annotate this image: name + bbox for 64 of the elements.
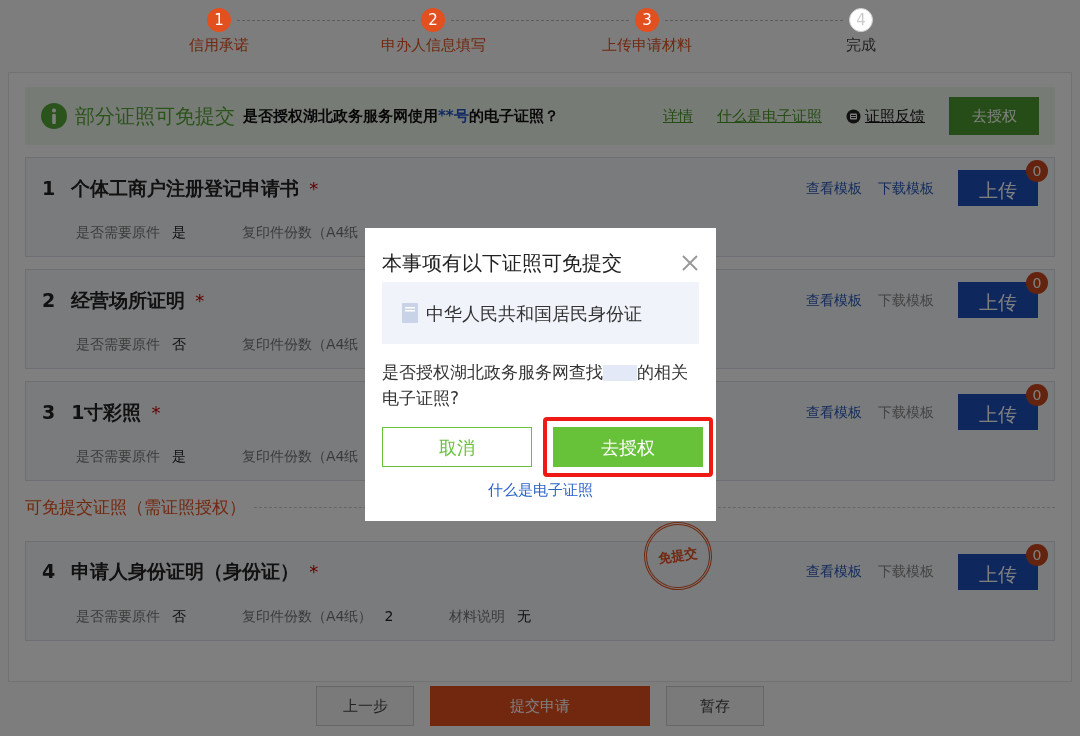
section-heading: 可免提交证照（需证照授权） [25,496,246,519]
detail-label: 是否需要原件 [76,447,160,466]
download-template-link[interactable]: 下载模板 [878,177,934,199]
feedback-link[interactable]: 证照反馈 [865,104,925,128]
step-label: 完成 [845,35,877,56]
detail-value: 否 [172,606,186,626]
redacted-name [603,365,637,381]
step-label: 信用承诺 [188,35,250,56]
cancel-button[interactable]: 取消 [382,427,532,467]
material-name: 经营场所证明 [71,287,186,313]
banner-question: 是否授权湖北政务服务网使用**号的电子证照？ [243,105,559,127]
material-name: 个体工商户注册登记申请书 [71,175,300,201]
step-label: 上传申请材料 [601,35,693,56]
banner-link[interactable]: 详情 [663,104,693,128]
info-icon [41,103,67,129]
step-label: 申办人信息填写 [379,35,487,56]
upload-count-badge: 0 [1026,272,1048,294]
material-name: 1寸彩照 [71,399,142,425]
material-number: 3 [42,399,56,425]
upload-count-badge: 0 [1026,543,1048,566]
dialog-question: 是否授权湖北政务服务网查找 的相关电子证照? [382,361,689,410]
required-mark: * [151,400,161,425]
detail-label: 复印件份数（A4纸） [242,606,373,626]
detail-label: 复印件份数（A4纸 [242,447,359,466]
close-icon[interactable] [681,254,699,272]
detail-value: 否 [172,335,186,354]
detail-label: 是否需要原件 [76,335,160,354]
footer-button[interactable]: 上一步 [316,686,414,726]
material-number: 4 [42,559,56,585]
view-template-link[interactable]: 查看模板 [806,401,862,423]
detail-value: 2 [384,606,394,626]
license-name: 中华人民共和国居民身份证 [426,301,642,326]
view-template-link[interactable]: 查看模板 [806,561,862,582]
authorize-button[interactable]: 去授权 [949,97,1039,135]
detail-value: 无 [517,606,532,626]
message-icon [846,108,861,124]
submit-button[interactable]: 提交申请 [430,686,650,726]
view-template-link[interactable]: 查看模板 [806,177,862,199]
upload-count-badge: 0 [1026,384,1048,406]
electronic-license-link[interactable]: 什么是电子证照 [488,481,593,499]
detail-value: 是 [172,223,186,242]
detail-value: 是 [172,447,186,466]
material-name: 申请人身份证明（身份证） [71,559,300,585]
detail-label: 是否需要原件 [76,606,160,626]
detail-label: 复印件份数（A4纸 [242,335,359,354]
step-number: 3 [635,8,659,32]
step-number: 1 [207,8,231,32]
banner-title: 部分证照可免提交 [75,103,235,130]
detail-label: 复印件份数（A4纸 [242,223,359,242]
required-mark: * [309,176,319,201]
banner-link[interactable]: 什么是电子证照 [717,104,822,128]
material-number: 2 [42,287,56,313]
required-mark: * [309,560,319,584]
document-icon [402,303,418,323]
dialog-title: 本事项有以下证照可免提交 [382,250,622,277]
confirm-button[interactable]: 去授权 [553,427,703,467]
view-template-link[interactable]: 查看模板 [806,289,862,311]
upload-count-badge: 0 [1026,160,1048,182]
detail-label: 是否需要原件 [76,223,160,242]
detail-label: 材料说明 [449,606,506,626]
required-mark: * [195,288,205,313]
material-number: 1 [42,175,56,201]
step-number: 2 [421,8,445,32]
footer-button[interactable]: 暂存 [666,686,764,726]
